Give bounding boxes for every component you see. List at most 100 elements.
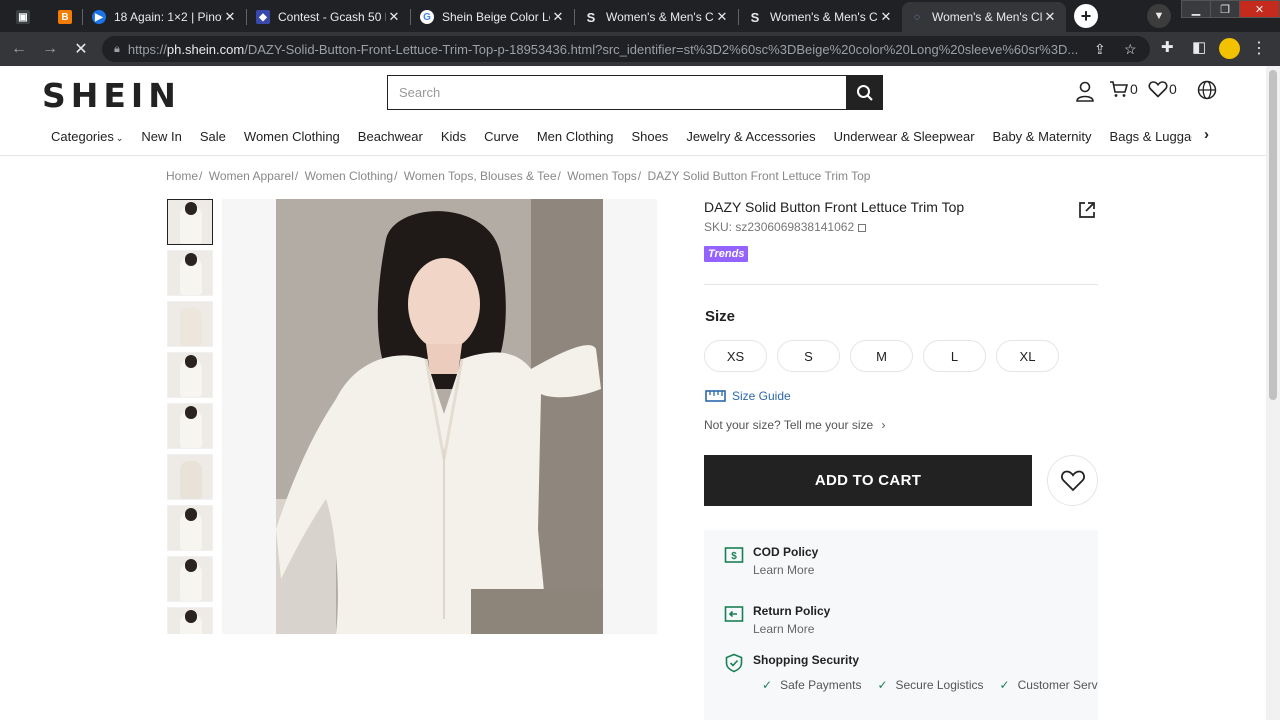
return-box-icon [724,606,744,622]
thumbnail-image-selected[interactable] [167,199,213,245]
share-page-icon[interactable]: ⇪ [1094,41,1106,58]
close-tab-icon[interactable]: ✕ [1042,9,1058,25]
nav-item-curve[interactable]: Curve [484,129,519,151]
shein-logo[interactable]: SHEIN [42,76,181,115]
nav-item-shoes[interactable]: Shoes [631,129,668,151]
browser-tab[interactable]: ▣ [8,2,48,32]
check-icon: ✓ [877,678,888,692]
tab-title: Women's & Men's Cl [932,10,1042,24]
thumbnail-gallery [167,199,213,634]
nav-item-women-clothing[interactable]: Women Clothing [244,129,340,151]
page-scrollbar[interactable] [1266,66,1280,720]
search-box[interactable] [387,75,847,110]
nav-item-beachwear[interactable]: Beachwear [358,129,423,151]
search-button[interactable] [846,75,883,110]
back-icon[interactable]: ← [8,38,30,60]
extensions-icon[interactable]: ✚ [1161,38,1174,56]
copy-icon[interactable] [858,224,867,232]
breadcrumb-link[interactable]: Women Tops, Blouses & Tee [404,169,557,183]
security-item-label: Customer Service [1017,678,1098,692]
browser-tab[interactable]: G Shein Beige Color Lo ✕ [412,2,574,32]
thumbnail-image[interactable] [167,454,213,500]
thumbnail-image[interactable] [167,352,213,398]
scrollbar-thumb[interactable] [1269,70,1277,400]
main-product-image[interactable] [222,199,657,634]
find-my-size-link[interactable]: Not your size? Tell me your size › [704,418,886,432]
language-button[interactable] [1197,80,1217,100]
nav-item-men-clothing[interactable]: Men Clothing [537,129,614,151]
size-guide-link[interactable]: Size Guide [705,389,791,403]
close-tab-icon[interactable]: ✕ [714,9,730,25]
nav-item-underwear[interactable]: Underwear & Sleepwear [834,129,975,151]
security-item: ✓ Secure Logistics [877,678,991,692]
browser-tab[interactable]: ▶ 18 Again: 1×2 | Pinoy ✕ [84,2,246,32]
product-photo [276,199,603,634]
size-option-l[interactable]: L [923,340,986,372]
nav-item-categories[interactable]: Categories ⌄ [51,129,123,151]
menu-kebab-icon[interactable]: ⋮ [1251,38,1267,58]
thumbnail-image[interactable] [167,505,213,551]
thumbnail-image[interactable] [167,250,213,296]
share-button[interactable] [1077,200,1097,225]
breadcrumb-link[interactable]: Women Apparel [209,169,294,183]
wishlist-button[interactable]: 0 [1148,80,1177,98]
tab-separator [410,9,411,25]
nav-item-sale[interactable]: Sale [200,129,226,151]
breadcrumb-link[interactable]: Women Tops [567,169,637,183]
thumbnail-image[interactable] [167,301,213,347]
size-option-s[interactable]: S [777,340,840,372]
add-to-wishlist-button[interactable] [1047,455,1098,506]
url-host: ph.shein.com [166,41,245,57]
nav-prev-icon[interactable]: ‹ [1176,128,1180,142]
address-bar[interactable]: 🔒︎ https://ph.shein.com/DAZY-Solid-Butto… [102,36,1150,62]
minimize-button[interactable]: ▁ [1181,0,1211,18]
forward-icon[interactable]: → [39,38,61,60]
close-tab-icon[interactable]: ✕ [550,9,566,25]
thumbnail-image[interactable] [167,556,213,602]
globe-icon [1197,80,1217,100]
size-option-xs[interactable]: XS [704,340,767,372]
bookmark-star-icon[interactable]: ☆ [1124,41,1137,58]
avatar[interactable] [1219,38,1240,59]
cod-learn-more-link[interactable]: Learn More [753,563,814,577]
loading-icon: ◌ [914,11,920,23]
browser-tab[interactable]: S Women's & Men's Cl ✕ [576,2,738,32]
thumbnail-image[interactable] [167,403,213,449]
add-to-cart-button[interactable]: ADD TO CART [704,455,1032,506]
side-panel-icon[interactable]: ◧ [1192,38,1206,56]
stop-loading-icon[interactable]: ✕ [70,38,92,60]
account-button[interactable] [1075,80,1095,102]
breadcrumb-separator: / [294,169,299,183]
close-tab-icon[interactable]: ✕ [386,9,402,25]
close-tab-icon[interactable]: ✕ [222,9,238,25]
restore-button[interactable]: ❐ [1210,0,1240,18]
check-icon: ✓ [762,678,773,692]
nav-item-kids[interactable]: Kids [441,129,466,151]
size-option-m[interactable]: M [850,340,913,372]
tab-search-button[interactable]: ▼ [1147,4,1171,28]
thumbnail-image[interactable] [167,607,213,634]
nav-item-jewelry[interactable]: Jewelry & Accessories [686,129,815,151]
breadcrumb-separator: / [199,169,203,183]
nav-next-icon[interactable]: › [1204,126,1209,143]
browser-tab-active[interactable]: ◌ Women's & Men's Cl ✕ [902,2,1066,32]
shield-check-icon [725,653,743,673]
svg-text:$: $ [731,551,737,562]
size-option-xl[interactable]: XL [996,340,1059,372]
search-input[interactable] [399,85,829,100]
browser-tab[interactable]: B [50,2,80,32]
browser-tab[interactable]: ◆ Contest - Gcash 50 P ✕ [248,2,410,32]
browser-tab[interactable]: S Women's & Men's Cl ✕ [740,2,902,32]
close-window-button[interactable]: ✕ [1239,0,1280,18]
cart-button[interactable]: 0 [1109,80,1138,98]
close-tab-icon[interactable]: ✕ [878,9,894,25]
return-learn-more-link[interactable]: Learn More [753,622,814,636]
breadcrumb-link[interactable]: Women Clothing [305,169,394,183]
breadcrumb-link[interactable]: Home [166,169,198,183]
tab-title: Contest - Gcash 50 P [278,10,386,24]
search-icon [856,84,873,101]
url-text[interactable]: https://ph.shein.com/DAZY-Solid-Button-F… [128,42,1078,57]
nav-item-baby-maternity[interactable]: Baby & Maternity [993,129,1092,151]
new-tab-button[interactable]: + [1074,4,1098,28]
nav-item-new-in[interactable]: New In [141,129,181,151]
